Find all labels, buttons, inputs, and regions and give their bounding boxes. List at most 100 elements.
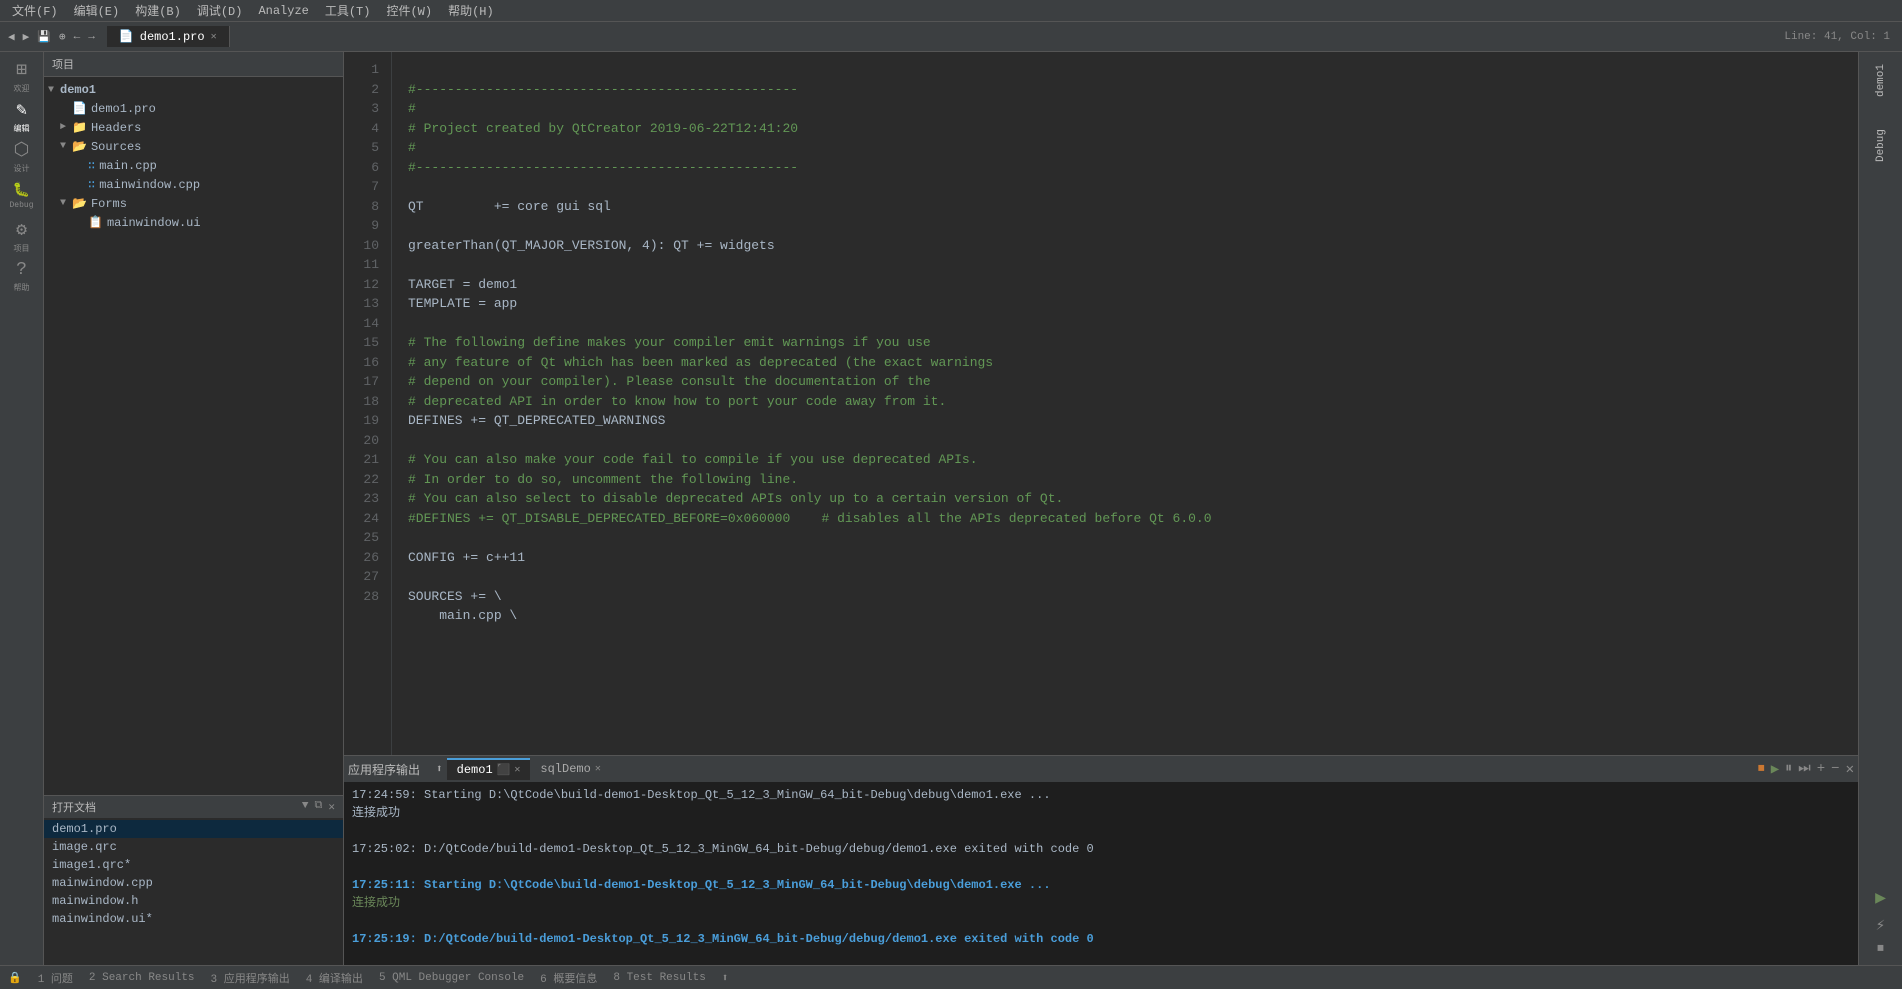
stop-icon[interactable]: ⏹ — [1758, 761, 1765, 778]
editor-area: 12345 678910 1112131415 1617181920 21222… — [344, 52, 1858, 965]
welcome-label: 欢迎 — [14, 83, 30, 94]
bottom-tab-demo1-icon: ⬛ — [497, 763, 511, 777]
output-line-5 — [352, 858, 1850, 876]
menu-file[interactable]: 文件(F) — [4, 2, 66, 19]
project-label: 项目 — [14, 243, 30, 254]
sidebar-item-project[interactable]: ⚙ 项目 — [4, 218, 40, 254]
run-debug-button[interactable]: ⚡ — [1876, 915, 1886, 935]
debug-icon: 🐛 — [13, 182, 30, 199]
file-tab-icon: 📄 — [119, 29, 134, 44]
sidebar-item-edit[interactable]: ✎ 编辑 — [4, 98, 40, 134]
tree-item-mainwindowcpp[interactable]: ∷ mainwindow.cpp — [44, 175, 343, 194]
tree-item-sources[interactable]: ▼ 📂 Sources — [44, 137, 343, 156]
doc-item-imageqrc[interactable]: image.qrc — [44, 838, 343, 856]
line-numbers: 12345 678910 1112131415 1617181920 21222… — [344, 52, 392, 755]
sidebar-item-help[interactable]: ? 帮助 — [4, 258, 40, 294]
project-panel: 项目 ▼ demo1 📄 demo1.pro — [44, 52, 344, 965]
open-docs-icon2[interactable]: ⧉ — [315, 800, 323, 814]
file-icon: 📄 — [72, 101, 87, 116]
bottom-tab-demo1-close[interactable]: ✕ — [514, 764, 520, 776]
open-docs-list: demo1.pro image.qrc image1.qrc* mainwind… — [44, 818, 343, 965]
menu-debug[interactable]: 调试(D) — [189, 2, 251, 19]
help-icon: ? — [16, 260, 27, 280]
menu-tools[interactable]: 工具(T) — [317, 2, 379, 19]
status-issues[interactable]: 1 问题 — [38, 970, 73, 986]
toolbar-arrow-left[interactable]: ← — [70, 29, 85, 45]
bottom-tab-sqldemo[interactable]: sqlDemo ✕ — [530, 759, 610, 779]
code-editor[interactable]: 12345 678910 1112131415 1617181920 21222… — [344, 52, 1858, 755]
menu-controls[interactable]: 控件(W) — [378, 2, 440, 19]
ui-icon: 📋 — [88, 215, 103, 230]
doc-item-mainwindowcpp[interactable]: mainwindow.cpp — [44, 874, 343, 892]
toolbar-save[interactable]: 💾 — [33, 28, 55, 46]
output-line-8 — [352, 912, 1850, 930]
welcome-icon: ⊞ — [16, 59, 27, 81]
tree-node-label: mainwindow.cpp — [99, 178, 200, 192]
bottom-tab-sqldemo-label: sqlDemo — [540, 762, 590, 776]
bottom-panel-controls: ⏹ ▶ ⏸ ⏭ + − ✕ — [1758, 761, 1854, 778]
menu-analyze[interactable]: Analyze — [250, 4, 316, 18]
panel-close-icon[interactable]: ✕ — [1846, 761, 1854, 778]
sidebar-item-welcome[interactable]: ⊞ 欢迎 — [4, 58, 40, 94]
right-sidebar-demo1[interactable]: demo1 — [1875, 56, 1887, 105]
sidebar-item-design[interactable]: ⬡ 设计 — [4, 138, 40, 174]
tree-item-headers[interactable]: ► 📁 Headers — [44, 118, 343, 137]
tree-item-demo1[interactable]: ▼ demo1 — [44, 81, 343, 99]
pause-icon[interactable]: ⏸ — [1785, 761, 1792, 778]
status-compile-output[interactable]: 4 编译输出 — [306, 970, 363, 986]
step-icon[interactable]: ⏭ — [1798, 761, 1811, 778]
status-test-results[interactable]: 8 Test Results — [613, 972, 705, 984]
status-lock: 🔒 — [8, 971, 22, 985]
menu-help[interactable]: 帮助(H) — [440, 2, 502, 19]
bottom-panel-icon1[interactable]: ⬆ — [432, 760, 447, 778]
cpp-icon: ∷ — [88, 158, 95, 173]
bottom-tab-demo1-label: demo1 — [457, 763, 493, 777]
menu-edit[interactable]: 编辑(E) — [66, 2, 128, 19]
status-up-arrow[interactable]: ⬆ — [722, 971, 729, 985]
open-docs-icon1[interactable]: ▼ — [302, 800, 309, 814]
run-button[interactable]: ▶ — [1875, 887, 1886, 909]
toolbar-arrow-right[interactable]: → — [84, 29, 99, 45]
bottom-tab-demo1[interactable]: demo1 ⬛ ✕ — [447, 758, 531, 780]
bottom-tab-sqldemo-close[interactable]: ✕ — [595, 763, 601, 775]
tree-item-forms[interactable]: ▼ 📂 Forms — [44, 194, 343, 213]
status-app-output[interactable]: 3 应用程序输出 — [211, 970, 290, 986]
status-qml-debug[interactable]: 5 QML Debugger Console — [379, 972, 524, 984]
doc-item-image1qrc[interactable]: image1.qrc* — [44, 856, 343, 874]
project-panel-top: 项目 ▼ demo1 📄 demo1.pro — [44, 52, 343, 795]
tree-item-demo1pro[interactable]: 📄 demo1.pro — [44, 99, 343, 118]
file-tab-close[interactable]: ✕ — [211, 31, 217, 43]
open-docs-panel: 打开文档 ▼ ⧉ ✕ demo1.pro image.qrc image1.qr… — [44, 795, 343, 965]
tree-node-label: Forms — [91, 197, 127, 211]
toolbar: ◀ ▶ 💾 ⊕ ← → 📄 demo1.pro ✕ Line: 41, Col:… — [0, 22, 1902, 52]
output-content: 17:24:59: Starting D:\QtCode\build-demo1… — [344, 782, 1858, 965]
right-sidebar-debug[interactable]: Debug — [1875, 121, 1887, 170]
tree-node-label: Sources — [91, 140, 141, 154]
minus-icon[interactable]: − — [1831, 761, 1839, 778]
toolbar-back[interactable]: ◀ — [4, 28, 19, 46]
file-tab-demo1pro[interactable]: 📄 demo1.pro ✕ — [107, 26, 230, 47]
edit-label: 编辑 — [14, 123, 30, 134]
open-docs-icon3[interactable]: ✕ — [328, 800, 335, 814]
left-sidebar: ⊞ 欢迎 ✎ 编辑 ⬡ 设计 🐛 Debug ⚙ 项目 ? 帮助 — [0, 52, 44, 965]
doc-item-mainwindowui[interactable]: mainwindow.ui* — [44, 910, 343, 928]
run-icon[interactable]: ▶ — [1771, 761, 1779, 778]
doc-item-mainwindowh[interactable]: mainwindow.h — [44, 892, 343, 910]
output-line-3 — [352, 822, 1850, 840]
stop-run-button[interactable]: ⏹ — [1877, 941, 1884, 957]
toolbar-new[interactable]: ⊕ — [55, 28, 70, 46]
add-icon[interactable]: + — [1817, 761, 1825, 778]
file-tab-name: demo1.pro — [140, 30, 205, 44]
sidebar-item-debug[interactable]: 🐛 Debug — [4, 178, 40, 214]
status-overview[interactable]: 6 概要信息 — [540, 970, 597, 986]
doc-item-demo1pro[interactable]: demo1.pro — [44, 820, 343, 838]
tree-item-maincpp[interactable]: ∷ main.cpp — [44, 156, 343, 175]
menu-build[interactable]: 构建(B) — [127, 2, 189, 19]
status-bar: 🔒 1 问题 2 Search Results 3 应用程序输出 4 编译输出 … — [0, 965, 1902, 989]
cpp-icon: ∷ — [88, 177, 95, 192]
status-search-results[interactable]: 2 Search Results — [89, 972, 195, 984]
toolbar-forward[interactable]: ▶ — [19, 28, 34, 46]
project-title: 项目 — [44, 52, 343, 77]
tree-item-mainwindowui[interactable]: 📋 mainwindow.ui — [44, 213, 343, 232]
code-content[interactable]: #---------------------------------------… — [392, 52, 1858, 755]
